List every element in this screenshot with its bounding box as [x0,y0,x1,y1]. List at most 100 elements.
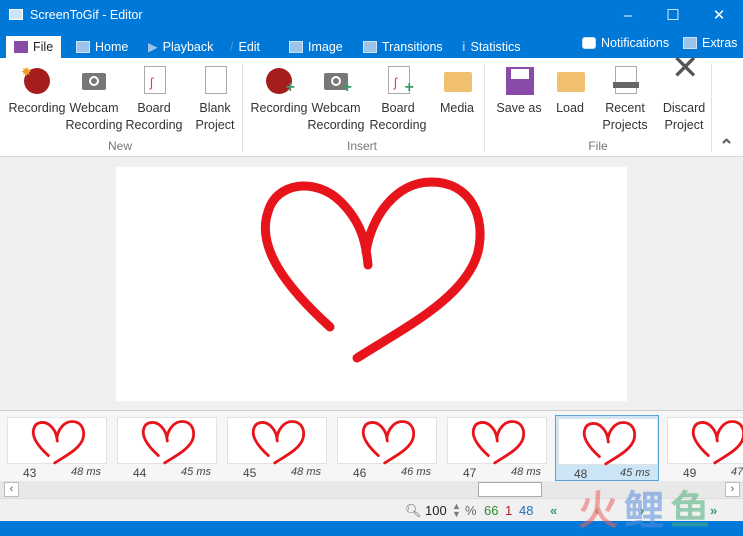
home-icon [76,41,90,53]
tab-transitions[interactable]: Transitions [359,36,443,58]
frame-thumbnail [558,418,658,466]
status-bar: 🔍︎ 100 ▲ ▼ % 66 1 48 « ‹ › » [0,498,743,521]
next-frame-button[interactable]: › [640,503,644,518]
percent-label: % [465,503,477,518]
load-folder-icon [554,64,586,96]
close-button[interactable]: ✕ [704,4,734,28]
frame-delay: 48 ms [71,466,101,478]
frame-thumbnail [7,417,107,465]
scroll-right-button[interactable]: › [725,482,740,497]
info-icon: i [462,40,466,54]
previous-frame-button[interactable]: ‹ [595,503,599,518]
button-label: Recording [369,118,427,132]
scrollbar-thumb[interactable] [478,482,542,497]
webcam-icon [78,64,110,96]
insert-record-icon: + [263,64,295,96]
frame-item[interactable]: 44 45 ms [115,415,219,481]
transitions-icon [363,41,377,53]
collapse-ribbon-button[interactable]: ⌃ [719,136,734,157]
frame-item[interactable]: 45 48 ms [225,415,329,481]
insert-webcam-icon: + [320,64,352,96]
button-label: Load [556,101,584,115]
board-button[interactable]: ʃ Board Recording [120,64,188,134]
button-label: Media [439,101,475,115]
extras-icon [683,37,697,49]
tab-file[interactable]: File [6,36,62,58]
maximize-button[interactable]: ☐ [658,4,688,28]
divider [711,64,712,152]
total-frames: 66 [484,503,499,518]
frame-item[interactable]: 46 46 ms [335,415,439,481]
frame-number: 44 [133,466,147,480]
frame-canvas [116,167,627,401]
app-icon [9,9,23,20]
last-frame-button[interactable]: » [710,503,717,518]
frame-thumbnail [117,417,217,465]
button-label: Project [664,118,704,132]
divider [484,64,485,152]
frame-number: 48 [574,467,588,481]
frame-item[interactable]: 47 48 ms [445,415,549,481]
button-label: Project [195,118,235,132]
record-icon: ✸ [21,64,53,96]
insert-board-button[interactable]: ʃ + Board Recording [364,64,432,134]
webcam-button[interactable]: Webcam Recording [60,64,128,134]
frame-number: 43 [23,466,37,480]
recent-projects-button[interactable]: Recent Projects [596,64,654,134]
button-label: Recording [65,118,123,132]
window-title: ScreenToGif - Editor [30,8,143,22]
image-icon [289,41,303,53]
tab-label: Playback [162,40,214,54]
button-label: Webcam [69,101,119,115]
frame-thumbnail [667,417,743,465]
frame-number: 46 [353,466,367,480]
button-label: Recent [605,101,645,115]
divider [242,64,243,152]
frame-thumbnail [227,417,327,465]
tab-label: Statistics [470,40,521,54]
scroll-left-button[interactable]: ‹ [4,482,19,497]
frame-delay: 46 ms [401,466,431,478]
insert-board-icon: ʃ + [382,64,414,96]
button-label: Webcam [311,101,361,115]
media-folder-button[interactable]: Media [428,64,486,117]
insert-webcam-button[interactable]: + Webcam Recording [302,64,370,134]
media-folder-icon [441,64,473,96]
current-frame: 48 [519,503,534,518]
ribbon-tabs: File Home ▶ Playback / Edit Image Transiti… [0,32,743,58]
frame-item[interactable]: 49 47 ms [665,415,743,481]
discard-button[interactable]: ✕ Discard Project [654,51,714,134]
frame-delay: 47 ms [731,466,743,478]
zoom-stepper[interactable]: ▲ ▼ [452,502,461,519]
notifications-button[interactable]: Notifications [578,32,669,54]
frame-delay: 45 ms [181,466,211,478]
tab-playback[interactable]: ▶ Playback [144,36,213,58]
button-label: Board [381,101,415,115]
button-label: Recording [125,118,183,132]
horizontal-scrollbar[interactable]: ‹ › [0,481,743,498]
tab-image[interactable]: Image [285,36,343,58]
tab-home[interactable]: Home [72,36,128,58]
minimize-button[interactable]: – [613,4,643,28]
frame-number: 47 [463,466,477,480]
tab-edit[interactable]: / Edit [226,36,260,58]
frame-number: 45 [243,466,257,480]
zoom-value[interactable]: 100 [425,503,447,518]
blank-project-button[interactable]: Blank Project [190,64,240,134]
zoom-icon: 🔍︎ [405,503,422,518]
first-frame-button[interactable]: « [550,503,557,518]
pencil-icon: / [230,40,234,54]
group-label-insert: Insert [346,139,377,153]
button-label: Recording [307,118,365,132]
save-button[interactable]: Save as [490,64,548,117]
button-label: Board [137,101,171,115]
frame-item[interactable]: 48 45 ms [555,415,659,481]
ribbon: ✸ Recording Webcam Recording ʃ Board Recording… [0,51,743,157]
load-folder-button[interactable]: Load [542,64,598,117]
heart-drawing [260,177,485,363]
tab-label: Image [308,40,343,54]
frame-item[interactable]: 43 48 ms [5,415,109,481]
editor-area [0,157,743,410]
tab-statistics[interactable]: i Statistics [458,36,521,58]
tab-label: Edit [238,40,261,54]
